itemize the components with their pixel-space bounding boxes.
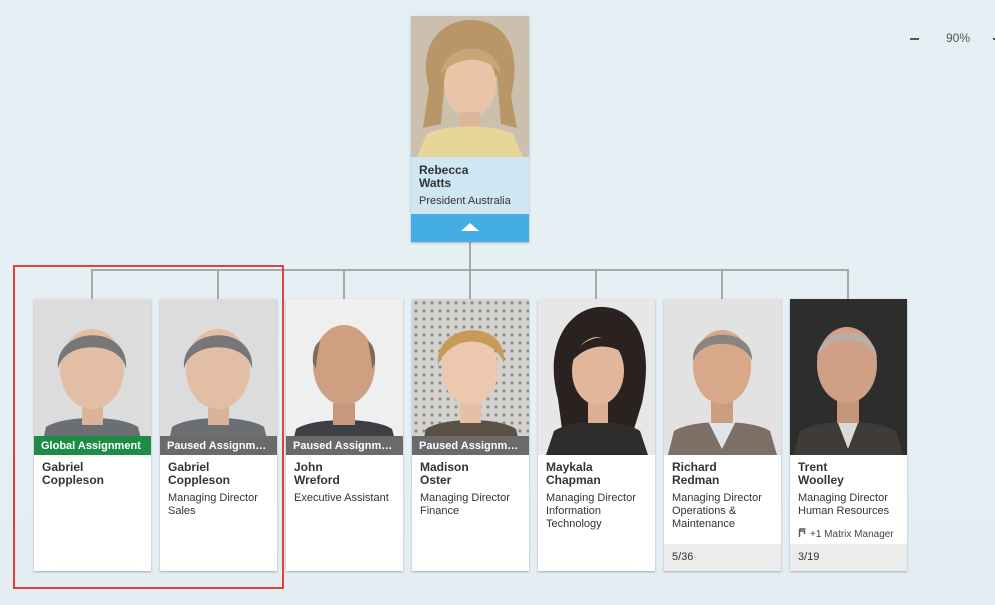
employee-card[interactable]: Maykala Chapman Managing Director Informa… [538,299,655,571]
employee-name: Trent Woolley [798,460,844,487]
employee-title: Managing Director Finance [420,492,510,517]
employee-title: Managing Director Human Resources [798,492,890,517]
employee-title: Managing Director Operations & Maintenan… [672,492,762,530]
employee-card[interactable]: Richard Redman Managing Director Operatio… [664,299,781,571]
zoom-level: 90% [946,31,971,45]
matrix-manager-label: +1 Matrix Manager [810,529,894,540]
direct-reports-count[interactable]: 5/36 [664,544,781,571]
zoom-control: 90% [908,28,995,48]
employee-name: Maykala Chapman [546,460,601,487]
employee-title: Managing Director Information Technology [546,492,636,530]
employee-name: Richard Redman [672,460,720,487]
zoom-in-button[interactable] [991,28,995,48]
zoom-out-button[interactable] [908,28,922,48]
employee-title: President Australia [419,195,511,207]
connector-root-vertical [469,242,471,270]
employee-card[interactable]: Trent Woolley Managing Director Human Res… [790,299,907,571]
assignment-badge: Paused Assignme… [412,436,529,455]
employee-photo [412,299,529,455]
connector-drop [721,269,723,300]
employee-photo [790,299,907,455]
employee-title: Executive Assistant [294,492,389,504]
employee-name: John Wreford [294,460,340,487]
connector-drop [343,269,345,300]
connector-drop [469,269,471,300]
connector-drop [595,269,597,300]
matrix-manager-link[interactable]: +1 Matrix Manager [798,528,894,540]
employee-card[interactable]: Paused Assignme… John Wreford Executive A… [286,299,403,571]
employee-name: Madison Oster [420,460,469,487]
employee-photo [411,16,529,157]
employee-photo [664,299,781,455]
collapse-toggle-button[interactable] [411,214,529,242]
employee-name: Rebecca Watts [419,163,469,190]
connector-drop [847,269,849,300]
employee-photo [538,299,655,455]
root-employee-card[interactable]: Rebecca Watts President Australia [411,16,529,242]
direct-reports-count[interactable]: 3/19 [790,544,907,571]
employee-photo [286,299,403,455]
selection-highlight [13,265,284,589]
employee-card[interactable]: Paused Assignme… Madison Oster Managing D… [412,299,529,571]
matrix-icon [798,528,806,537]
assignment-badge: Paused Assignme… [286,436,403,455]
